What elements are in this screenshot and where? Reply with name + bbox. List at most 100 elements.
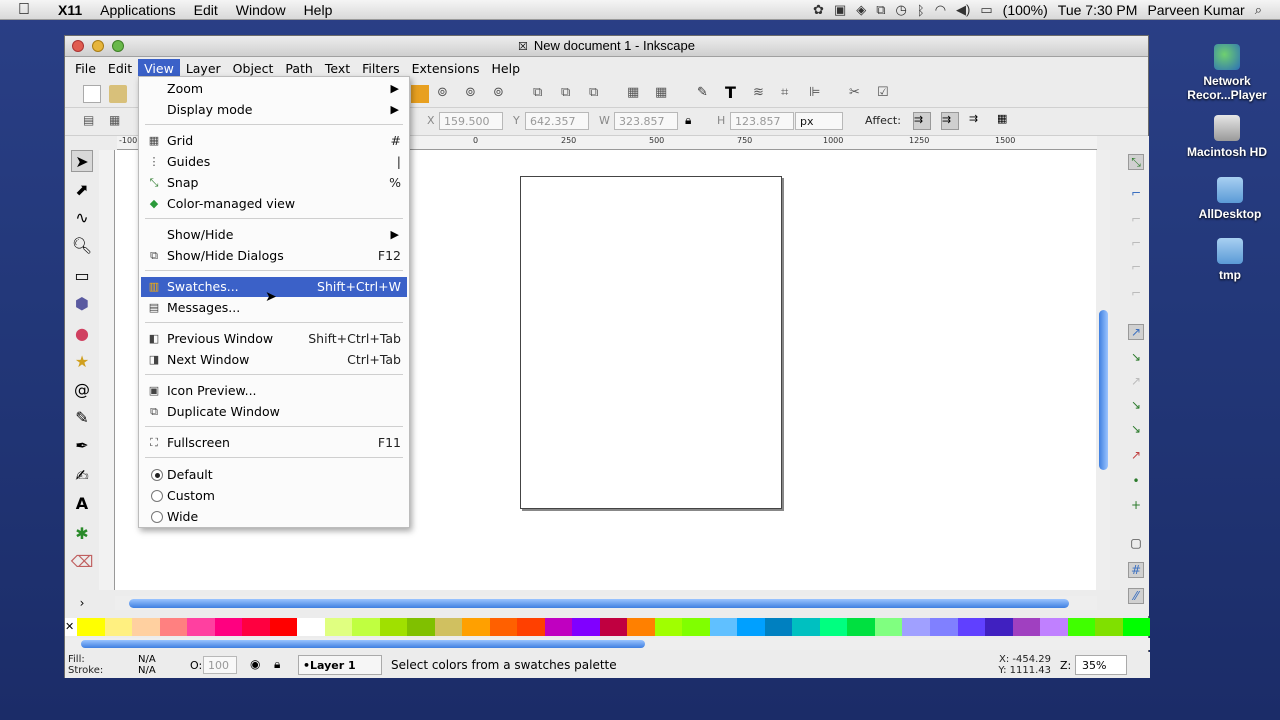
layer-lock-icon[interactable]: 🔒︎ [274, 657, 292, 675]
color-swatch[interactable] [654, 618, 683, 636]
selector-tool-icon[interactable]: ➤ [71, 150, 93, 172]
snap-page-border-icon[interactable]: ▢ [1128, 536, 1144, 552]
unlink-clone-icon[interactable]: ⧉ [589, 85, 607, 103]
expand-toolbox-icon[interactable]: › [71, 592, 93, 614]
palette-scroll-thumb[interactable] [81, 640, 645, 648]
camera-icon[interactable]: ▣ [834, 2, 846, 18]
screen-icon[interactable]: ⧉ [876, 2, 885, 18]
color-swatch[interactable] [874, 618, 903, 636]
desktop-icon-tmp[interactable]: tmp [1175, 238, 1280, 282]
color-swatch[interactable] [764, 618, 793, 636]
snap-nodes-icon[interactable]: ↗ [1128, 324, 1144, 340]
menu-item-wide-layout[interactable]: Wide [141, 507, 407, 527]
menu-edit[interactable]: Edit [102, 59, 138, 78]
stroke-value[interactable]: N/A [138, 665, 156, 676]
menu-path[interactable]: Path [279, 59, 318, 78]
color-swatch[interactable] [462, 618, 490, 636]
calligraphy-tool-icon[interactable]: ✍ [71, 464, 93, 486]
document-page[interactable] [520, 176, 782, 509]
x-field[interactable]: 159.500 [439, 112, 503, 130]
apple-icon[interactable]:  [18, 1, 40, 19]
rectangle-tool-icon[interactable]: ▭ [71, 264, 93, 286]
menu-item-next-window[interactable]: ◨ Next Window Ctrl+Tab [141, 350, 407, 370]
color-swatch[interactable] [517, 618, 545, 636]
scale-stroke-icon[interactable]: ⇉ [913, 112, 931, 130]
mac-menu-help[interactable]: Help [295, 2, 342, 18]
color-swatch[interactable] [985, 618, 1013, 636]
snap-intersections-icon[interactable]: ↗ [1128, 374, 1144, 390]
menu-item-guides[interactable]: ⋮ Guides | [141, 152, 407, 172]
mac-menu-edit[interactable]: Edit [185, 2, 227, 18]
lock-icon[interactable]: 🔒︎ [685, 113, 703, 131]
battery-icon[interactable]: ▭ [980, 2, 992, 18]
snap-rotation-center-icon[interactable]: + [1128, 498, 1144, 514]
zoom-field[interactable]: 35% [1075, 655, 1127, 675]
menu-item-default-layout[interactable]: Default [141, 465, 407, 485]
ellipse-tool-icon[interactable]: ● [71, 322, 93, 344]
menu-item-fullscreen[interactable]: ⛶ Fullscreen F11 [141, 433, 407, 453]
menu-layer[interactable]: Layer [180, 59, 227, 78]
menu-item-display-mode[interactable]: Display mode ▶ [141, 100, 407, 120]
color-swatch[interactable] [187, 618, 215, 636]
3d-box-tool-icon[interactable]: ⬢ [71, 292, 93, 314]
transform-gradients-icon[interactable]: ⇉ [969, 112, 987, 130]
snap-smooth-icon[interactable]: ↘ [1128, 422, 1144, 438]
menu-item-snap[interactable]: ⤡ Snap % [141, 173, 407, 193]
color-palette[interactable]: ✕ [65, 618, 1151, 636]
fill-stroke-icon[interactable]: ✎ [697, 85, 715, 103]
color-swatch[interactable] [214, 618, 243, 636]
select-all-icon[interactable]: ▤ [83, 113, 101, 131]
snap-bbox-icon[interactable]: ⌐ [1128, 186, 1144, 202]
color-swatch[interactable] [902, 618, 930, 636]
color-swatch[interactable] [1067, 618, 1096, 636]
desktop-icon-network-recorder[interactable]: Network Recor...Player [1172, 44, 1280, 102]
color-swatch[interactable] [297, 618, 325, 636]
unit-select[interactable]: px [795, 112, 843, 130]
user-name[interactable]: Parveen Kumar [1147, 2, 1244, 18]
color-swatch[interactable] [682, 618, 710, 636]
horizontal-scroll-thumb[interactable] [129, 599, 1069, 608]
desktop-icon-alldesktop[interactable]: AllDesktop [1175, 177, 1280, 221]
snap-centers-icon[interactable]: • [1128, 474, 1144, 490]
color-swatch[interactable] [847, 618, 875, 636]
snap-bbox-center-icon[interactable]: ⌐ [1128, 286, 1144, 302]
node-tool-icon[interactable]: ⬈ [71, 178, 93, 200]
mac-menu-applications[interactable]: Applications [91, 2, 185, 18]
snap-toggle-icon[interactable]: ⤡ [1128, 154, 1144, 170]
volume-icon[interactable]: ◀) [956, 2, 970, 18]
export-icon[interactable] [411, 85, 429, 103]
vertical-scroll-thumb[interactable] [1099, 310, 1108, 470]
menu-item-previous-window[interactable]: ◧ Previous Window Shift+Ctrl+Tab [141, 329, 407, 349]
star-tool-icon[interactable]: ★ [71, 350, 93, 372]
layers-icon[interactable]: ≋ [753, 85, 771, 103]
clone-icon[interactable]: ⧉ [561, 85, 579, 103]
menu-view[interactable]: View [138, 58, 180, 78]
menu-extensions[interactable]: Extensions [406, 59, 486, 78]
tweak-tool-icon[interactable]: ∿ [71, 206, 93, 228]
menu-item-duplicate-window[interactable]: ⧉ Duplicate Window [141, 402, 407, 422]
color-swatch[interactable] [1012, 618, 1041, 636]
opacity-field[interactable]: 100 [203, 656, 237, 674]
color-swatch[interactable] [379, 618, 408, 636]
color-swatch[interactable] [434, 618, 463, 636]
color-swatch[interactable] [159, 618, 188, 636]
preferences-icon[interactable]: ✂ [849, 85, 867, 103]
zoom-drawing-icon[interactable]: ⊚ [465, 85, 483, 103]
color-swatch[interactable] [1122, 618, 1151, 636]
fill-value[interactable]: N/A [138, 654, 156, 665]
menu-object[interactable]: Object [227, 59, 280, 78]
zoom-page-icon[interactable]: ⊚ [493, 85, 511, 103]
menu-item-zoom[interactable]: Zoom ▶ [141, 79, 407, 99]
horizontal-scrollbar[interactable] [115, 596, 1097, 610]
menu-item-custom-layout[interactable]: Custom [141, 486, 407, 506]
snap-bbox-corner-icon[interactable]: ⌐ [1128, 236, 1144, 252]
color-swatch[interactable] [242, 618, 270, 636]
color-swatch[interactable] [819, 618, 848, 636]
color-swatch[interactable] [792, 618, 820, 636]
menu-file[interactable]: File [69, 59, 102, 78]
group-icon[interactable]: ▦ [627, 85, 645, 103]
snap-paths-icon[interactable]: ↘ [1128, 350, 1144, 366]
y-field[interactable]: 642.357 [525, 112, 589, 130]
ungroup-icon[interactable]: ▦ [655, 85, 673, 103]
eye-icon[interactable]: ◉ [250, 657, 268, 675]
